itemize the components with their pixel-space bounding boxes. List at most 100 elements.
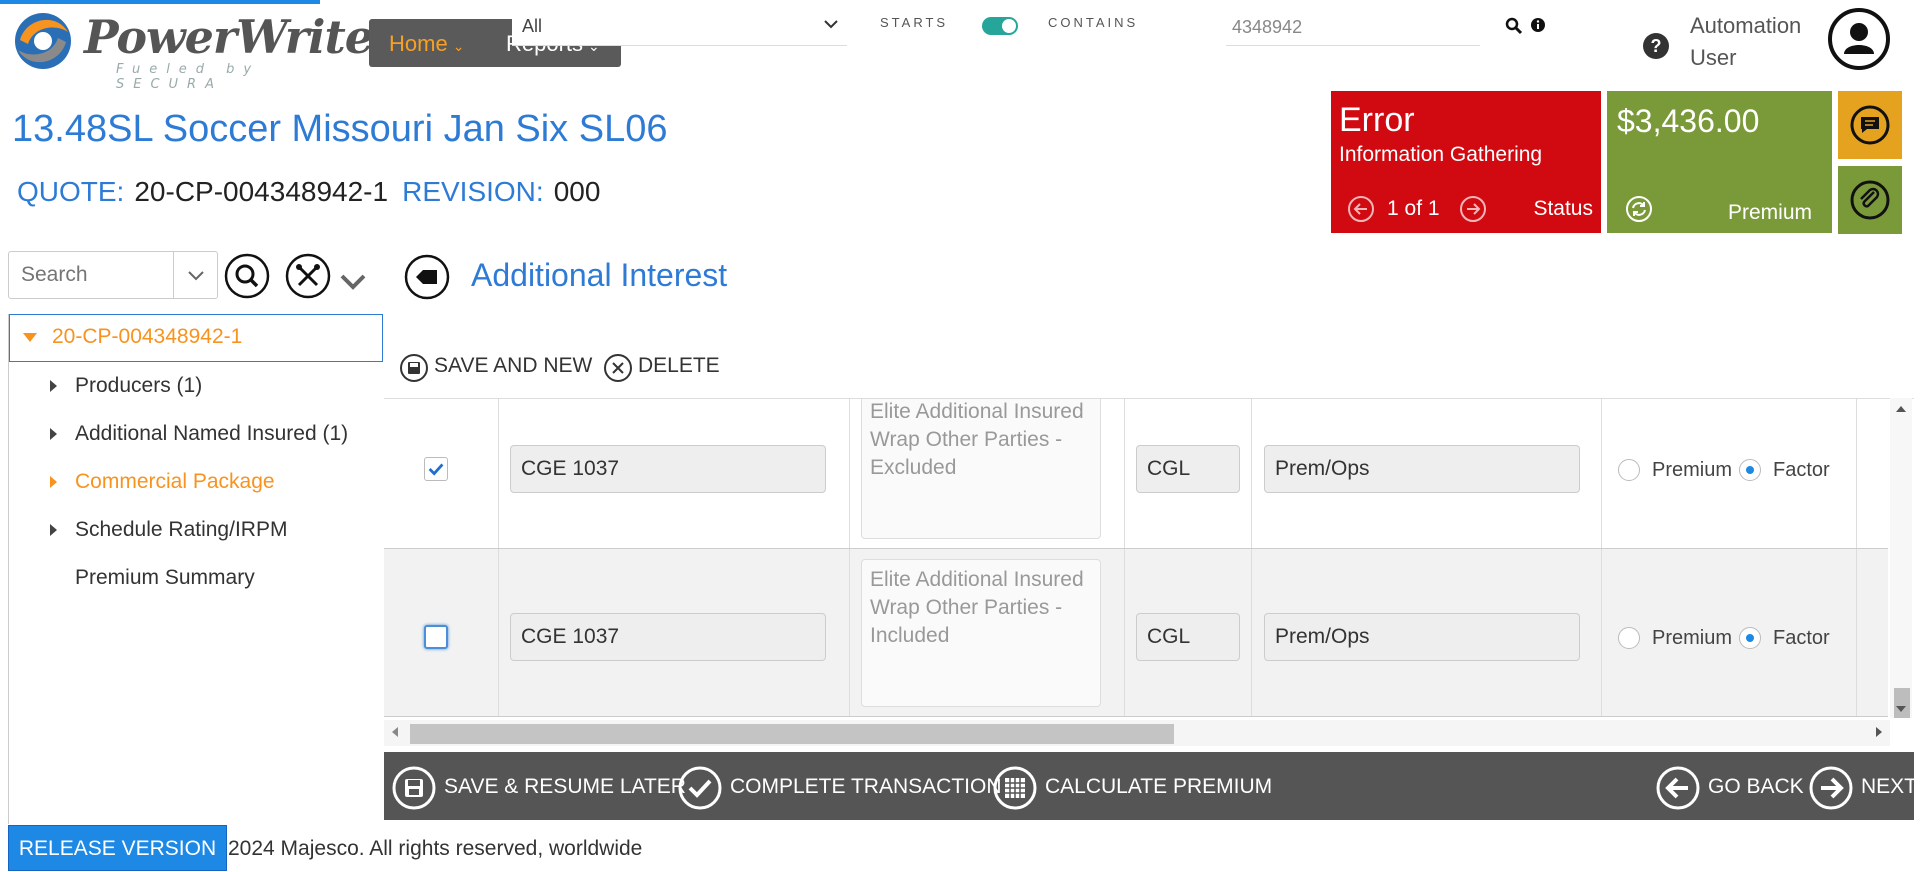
lob-field[interactable]: CGL [1136, 613, 1240, 661]
form-description-field[interactable]: Elite Additional Insured Wrap Other Part… [861, 559, 1101, 707]
paperclip-icon [1850, 180, 1890, 220]
sidebar-search-input[interactable] [9, 252, 169, 298]
nav-home[interactable]: Home ⌄ [389, 31, 464, 57]
tree-item-label: Schedule Rating/IRPM [75, 518, 288, 541]
quote-info: QUOTE: 20-CP-004348942-1 REVISION: 000 [17, 176, 614, 208]
tree-item-additional-named-insured[interactable]: Additional Named Insured (1) [9, 412, 383, 458]
premium-radio[interactable] [1618, 627, 1640, 649]
column-divider [849, 549, 850, 716]
factor-radio[interactable] [1739, 459, 1761, 481]
help-icon[interactable]: ? [1642, 32, 1670, 60]
column-divider [1251, 549, 1252, 716]
premium-amount: $3,436.00 [1617, 103, 1760, 139]
back-icon[interactable] [404, 254, 450, 300]
close-icon [604, 354, 632, 382]
user-name[interactable]: Automation User [1690, 10, 1810, 74]
search-mode-toggle[interactable] [982, 17, 1018, 35]
premium-tile[interactable]: $3,436.00 Premium [1607, 91, 1832, 233]
scroll-thumb[interactable] [410, 724, 1174, 744]
page-title: 13.48SL Soccer Missouri Jan Six SL06 [12, 108, 668, 150]
premium-radio-label: Premium [1652, 627, 1733, 649]
grid-horizontal-scrollbar[interactable] [384, 720, 1890, 746]
scroll-left-icon[interactable] [392, 727, 398, 737]
caret-right-icon [50, 380, 57, 392]
column-divider [1856, 399, 1857, 548]
form-number-field[interactable]: CGE 1037 [510, 613, 826, 661]
avatar[interactable] [1828, 8, 1890, 70]
coverage-field[interactable]: Prem/Ops [1264, 445, 1580, 493]
toggle-knob [1002, 19, 1016, 33]
global-search-field[interactable] [1226, 10, 1480, 46]
form-description-field[interactable]: Elite Additional Insured Wrap Other Part… [861, 399, 1101, 539]
search-mode-contains: CONTAINS [1048, 15, 1139, 30]
attachments-tile[interactable] [1838, 166, 1902, 234]
sidebar-search-dropdown[interactable] [173, 252, 218, 298]
tree-item-producers[interactable]: Producers (1) [9, 364, 383, 410]
coverage-field[interactable]: Prem/Ops [1264, 613, 1580, 661]
tree-item-commercial-package[interactable]: Commercial Package [9, 460, 383, 506]
nav-home-label: Home [389, 31, 448, 56]
powerwriter-logo[interactable]: PowerWriter Fueled by SECURA [12, 8, 397, 92]
form-number-field[interactable]: CGE 1037 [510, 445, 826, 493]
scroll-up-icon[interactable] [1896, 406, 1906, 412]
tree-item-label: Premium Summary [75, 566, 255, 589]
arrow-right-circle-icon [1809, 766, 1853, 810]
section-title: Additional Interest [471, 257, 728, 293]
tree-item-label: Commercial Package [75, 470, 275, 493]
svg-text:?: ? [1651, 36, 1662, 56]
save-resume-later-label: SAVE & RESUME LATER [444, 775, 686, 798]
factor-radio[interactable] [1739, 627, 1761, 649]
status-state: Error [1339, 101, 1415, 139]
column-divider [1856, 549, 1857, 716]
sidebar-search [8, 251, 218, 299]
copyright-text: 2024 Majesco. All rights reserved, world… [228, 837, 643, 860]
search-icon[interactable] [224, 253, 270, 299]
scroll-down-icon[interactable] [1896, 706, 1906, 712]
tree-root-label: 20-CP-004348942-1 [52, 325, 243, 348]
row-checkbox[interactable] [424, 625, 448, 649]
tree-item-premium-summary[interactable]: Premium Summary [9, 556, 383, 602]
quote-tree: 20-CP-004348942-1 Producers (1) Addition… [8, 314, 383, 824]
scroll-thumb[interactable] [1894, 688, 1910, 718]
logo-name: PowerWriter [84, 10, 397, 64]
scroll-right-icon[interactable] [1876, 727, 1882, 737]
search-mode-starts: STARTS [880, 15, 949, 30]
column-divider [1124, 549, 1125, 716]
row-checkbox[interactable] [424, 457, 448, 481]
chevron-down-icon[interactable] [338, 270, 368, 294]
caret-right-icon [50, 524, 57, 536]
save-and-new-label: SAVE AND NEW [434, 354, 593, 377]
release-version-button[interactable]: RELEASE VERSION [8, 825, 227, 871]
global-search-input[interactable] [1226, 10, 1480, 45]
complete-transaction-label: COMPLETE TRANSACTION [730, 775, 1002, 798]
tools-icon[interactable] [285, 253, 331, 299]
messages-tile[interactable] [1838, 91, 1902, 159]
calculate-premium-label: CALCULATE PREMIUM [1045, 775, 1273, 798]
arrow-left-circle-icon [1656, 766, 1700, 810]
refresh-icon[interactable] [1625, 195, 1653, 223]
arrow-left-circle-icon[interactable] [1347, 195, 1375, 223]
grid-vertical-scrollbar[interactable] [1890, 398, 1912, 718]
logo-swirl-icon [15, 13, 71, 69]
caret-down-icon [23, 333, 37, 342]
tree-root[interactable]: 20-CP-004348942-1 [9, 314, 383, 362]
search-scope-select[interactable]: All [512, 10, 847, 46]
user-icon [1844, 23, 1874, 54]
factor-radio-label: Factor [1773, 627, 1830, 649]
premium-radio[interactable] [1618, 459, 1640, 481]
revision-label: REVISION: [402, 176, 544, 207]
column-divider [1601, 549, 1602, 716]
tree-item-schedule-rating[interactable]: Schedule Rating/IRPM [9, 508, 383, 554]
column-divider [1601, 399, 1602, 548]
chevron-down-icon [824, 20, 838, 29]
caret-right-icon [50, 428, 57, 440]
message-icon [1850, 105, 1890, 145]
search-icon[interactable] [1505, 17, 1523, 35]
info-icon[interactable] [1530, 17, 1546, 33]
next-label: NEXT [1861, 775, 1918, 798]
premium-label: Premium [1727, 201, 1812, 224]
calculator-icon [993, 766, 1037, 810]
lob-field[interactable]: CGL [1136, 445, 1240, 493]
arrow-right-circle-icon[interactable] [1459, 195, 1487, 223]
status-tile[interactable]: Error Information Gathering 1 of 1 Statu… [1331, 91, 1601, 233]
